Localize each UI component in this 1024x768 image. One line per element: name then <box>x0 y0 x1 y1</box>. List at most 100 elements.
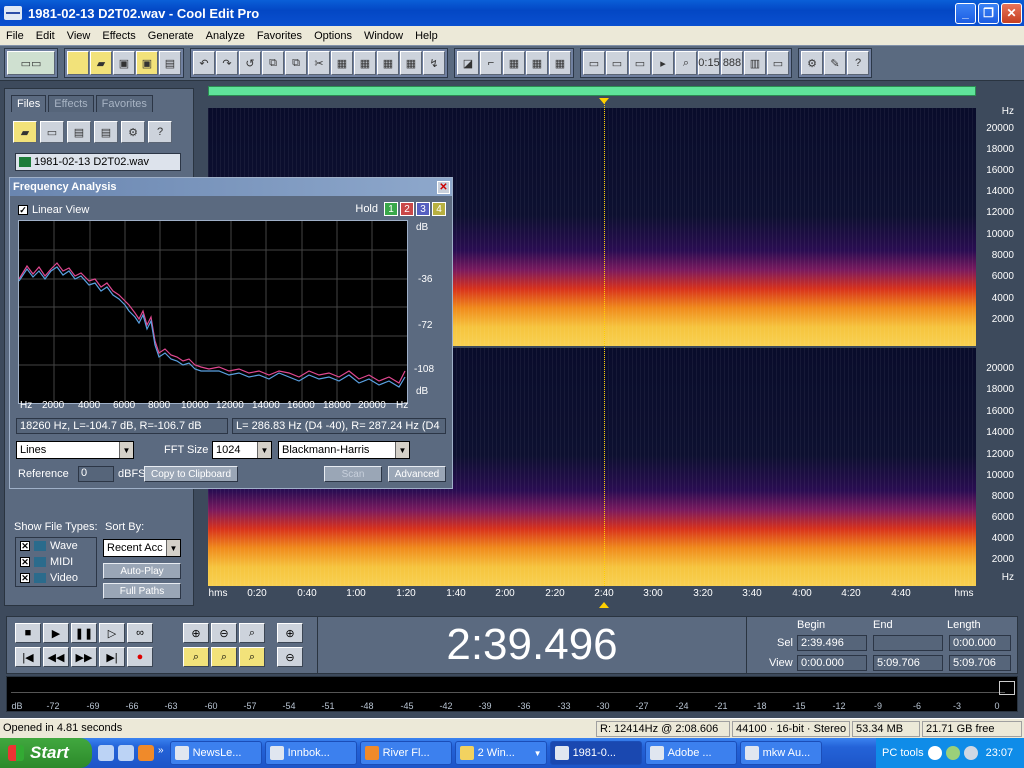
freq-analysis-titlebar[interactable]: Frequency Analysis ✕ <box>10 178 452 196</box>
tab-effects[interactable]: Effects <box>48 95 94 112</box>
task-mkw[interactable]: mkw Au... <box>739 741 822 765</box>
tray-volume-icon[interactable] <box>963 746 978 760</box>
dropdown-arrow-icon[interactable]: ▼ <box>119 442 133 458</box>
tray-network-icon[interactable] <box>945 746 960 760</box>
panel-icon[interactable]: ▭ <box>767 51 789 75</box>
go-to-end-icon[interactable]: ▶| <box>99 647 125 667</box>
reference-input[interactable]: 0 <box>78 466 114 482</box>
close-selected-icon[interactable]: ▭ <box>40 121 64 143</box>
pause-icon[interactable]: ❚❚ <box>71 623 97 643</box>
linear-view-toggle[interactable]: ✓ Linear View <box>18 204 89 216</box>
zoom-selection-icon[interactable]: ⌕ <box>239 647 265 667</box>
insert-multi-icon[interactable]: ▤ <box>94 121 118 143</box>
copy-new-icon[interactable]: ⧉ <box>285 51 307 75</box>
view-begin-field[interactable]: 0:00.000 <box>797 655 867 671</box>
close-button[interactable]: ✕ <box>1001 2 1022 24</box>
fft-size-select[interactable]: 1024 ▼ <box>212 441 272 459</box>
view-length-field[interactable]: 5:09.706 <box>949 655 1011 671</box>
record-icon[interactable]: ● <box>127 647 153 667</box>
save-as-icon[interactable]: ▣ <box>136 51 158 75</box>
window-1-icon[interactable]: ▭ <box>583 51 605 75</box>
play-icon[interactable]: ▶ <box>43 623 69 643</box>
zero-cross-icon[interactable]: ↯ <box>423 51 445 75</box>
sel-begin-field[interactable]: 2:39.496 <box>797 635 867 651</box>
go-to-start-icon[interactable]: |◀ <box>15 647 41 667</box>
quick-launch-firefox-icon[interactable] <box>138 745 154 761</box>
copy-to-clipboard-button[interactable]: Copy to Clipboard <box>144 466 238 482</box>
level-meter-icon[interactable]: ▥ <box>744 51 766 75</box>
zoom-out-icon[interactable]: ⊖ <box>211 623 237 643</box>
zoom-in-icon[interactable]: ⊕ <box>183 623 209 643</box>
dropdown-arrow-icon[interactable]: ▼ <box>395 442 409 458</box>
trim-icon[interactable]: ▦ <box>400 51 422 75</box>
dropdown-arrow-icon[interactable]: ▼ <box>166 540 180 556</box>
menu-window[interactable]: Window <box>358 30 409 42</box>
menu-generate[interactable]: Generate <box>142 30 200 42</box>
tray-expand-icon[interactable] <box>927 746 942 760</box>
clip-indicator[interactable] <box>999 681 1015 695</box>
envelope-icon[interactable]: ⌐ <box>480 51 502 75</box>
help-icon[interactable]: ? <box>847 51 869 75</box>
hold-3-button[interactable]: 3 <box>416 202 430 216</box>
frequency-plot[interactable] <box>18 220 408 404</box>
start-button[interactable]: Start <box>0 738 92 768</box>
cut-icon[interactable]: ✂ <box>308 51 330 75</box>
insert-icon[interactable]: ▤ <box>67 121 91 143</box>
multitrack-toggle-icon[interactable]: ▭▭ <box>7 51 55 75</box>
window-function-select[interactable]: Blackmann-Harris ▼ <box>278 441 410 459</box>
mix-paste-icon[interactable]: ▦ <box>377 51 399 75</box>
fast-forward-icon[interactable]: ▶▶ <box>71 647 97 667</box>
redo-icon[interactable]: ↷ <box>216 51 238 75</box>
cursor-icon[interactable]: ▸ <box>652 51 674 75</box>
advanced-button[interactable]: Advanced <box>388 466 446 482</box>
menu-view[interactable]: View <box>61 30 97 42</box>
scan-button[interactable]: Scan <box>324 466 382 482</box>
auto-play-button[interactable]: Auto-Play <box>103 563 181 579</box>
organizer-help-icon[interactable]: ? <box>148 121 172 143</box>
menu-analyze[interactable]: Analyze <box>200 30 251 42</box>
counter-icon[interactable]: 888 <box>721 51 743 75</box>
menu-effects[interactable]: Effects <box>96 30 141 42</box>
minimize-button[interactable]: _ <box>955 2 976 24</box>
task-newsletter[interactable]: NewsLe... <box>169 741 262 765</box>
new-file-icon[interactable] <box>67 51 89 75</box>
zoom-right-icon[interactable]: ⌕ <box>211 647 237 667</box>
paste-new-icon[interactable]: ▦ <box>354 51 376 75</box>
properties-icon[interactable]: ⚙ <box>121 121 145 143</box>
time-ruler[interactable]: hms 0:20 0:40 1:00 1:20 1:40 2:00 2:20 2… <box>208 586 976 600</box>
stop-icon[interactable]: ■ <box>15 623 41 643</box>
sort-select[interactable]: Recent Acc ▼ <box>103 539 181 557</box>
tab-favorites[interactable]: Favorites <box>95 95 153 112</box>
zoom-out-vertical-icon[interactable]: ⊖ <box>277 647 303 667</box>
sel-length-field[interactable]: 0:00.000 <box>949 635 1011 651</box>
quick-launch-desktop-icon[interactable] <box>98 745 114 761</box>
playback-cursor[interactable] <box>604 98 605 586</box>
settings-icon[interactable]: ⚙ <box>801 51 823 75</box>
menu-file[interactable]: File <box>0 30 30 42</box>
linear-view-checkbox[interactable]: ✓ <box>18 205 28 215</box>
freq-analysis-close-icon[interactable]: ✕ <box>437 180 450 194</box>
window-3-icon[interactable]: ▭ <box>629 51 651 75</box>
overview-bar[interactable] <box>208 86 976 96</box>
zoom-in-vertical-icon[interactable]: ⊕ <box>277 623 303 643</box>
repeat-icon[interactable]: ↺ <box>239 51 261 75</box>
loop-icon[interactable]: ∞ <box>127 623 153 643</box>
open-file-icon[interactable]: ▰ <box>13 121 37 143</box>
quick-launch-ie-icon[interactable] <box>118 745 134 761</box>
cursor-bottom-marker-icon[interactable] <box>599 602 609 608</box>
wave-checkbox[interactable]: ✕ <box>20 541 30 551</box>
menu-help[interactable]: Help <box>409 30 444 42</box>
task-adobe[interactable]: Adobe ... <box>644 741 737 765</box>
task-river[interactable]: River Fl... <box>359 741 452 765</box>
time-display-icon[interactable]: 0:15 <box>698 51 720 75</box>
hold-4-button[interactable]: 4 <box>432 202 446 216</box>
close-file-icon[interactable]: ▤ <box>159 51 181 75</box>
menu-options[interactable]: Options <box>308 30 358 42</box>
filetype-video[interactable]: ✕ Video <box>16 570 96 586</box>
menu-favorites[interactable]: Favorites <box>251 30 308 42</box>
tab-files[interactable]: Files <box>11 95 47 112</box>
dropdown-arrow-icon[interactable]: ▼ <box>257 442 271 458</box>
spectral-view-icon[interactable]: ◪ <box>457 51 479 75</box>
menu-edit[interactable]: Edit <box>30 30 61 42</box>
open-folder-icon[interactable]: ▰ <box>90 51 112 75</box>
